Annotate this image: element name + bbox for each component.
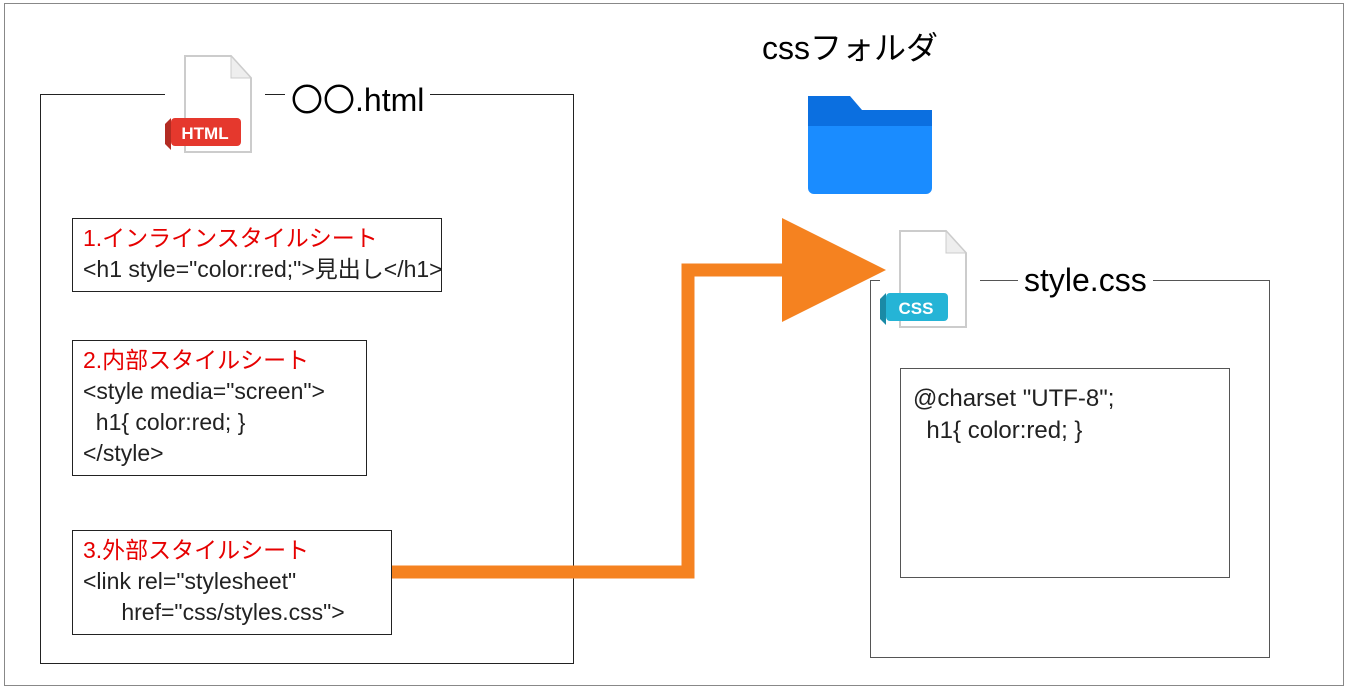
css-code: @charset "UTF-8"; h1{ color:red; } bbox=[913, 383, 1217, 448]
block1-code: <h1 style="color:red;">見出し</h1> bbox=[83, 254, 431, 285]
css-folder-label: cssフォルダ bbox=[762, 23, 938, 69]
block2-title: 2.内部スタイルシート bbox=[83, 345, 356, 376]
block3-code: <link rel="stylesheet" href="css/styles.… bbox=[83, 566, 381, 628]
css-badge-text: CSS bbox=[899, 299, 934, 318]
css-file-icon: CSS bbox=[880, 227, 980, 335]
external-stylesheet-block: 3.外部スタイルシート <link rel="stylesheet" href=… bbox=[72, 530, 392, 635]
block3-title: 3.外部スタイルシート bbox=[83, 535, 381, 566]
internal-stylesheet-block: 2.内部スタイルシート <style media="screen"> h1{ c… bbox=[72, 340, 367, 476]
inline-stylesheet-block: 1.インラインスタイルシート <h1 style="color:red;">見出… bbox=[72, 218, 442, 292]
block1-title: 1.インラインスタイルシート bbox=[83, 223, 431, 254]
css-file-content: @charset "UTF-8"; h1{ color:red; } bbox=[900, 368, 1230, 578]
css-file-title: style.css bbox=[1018, 262, 1153, 299]
folder-icon bbox=[800, 76, 940, 201]
html-file-title: 〇〇.html bbox=[285, 75, 430, 121]
html-badge-text: HTML bbox=[181, 124, 228, 143]
block2-code: <style media="screen"> h1{ color:red; } … bbox=[83, 376, 356, 469]
html-file-icon: HTML bbox=[165, 52, 265, 160]
